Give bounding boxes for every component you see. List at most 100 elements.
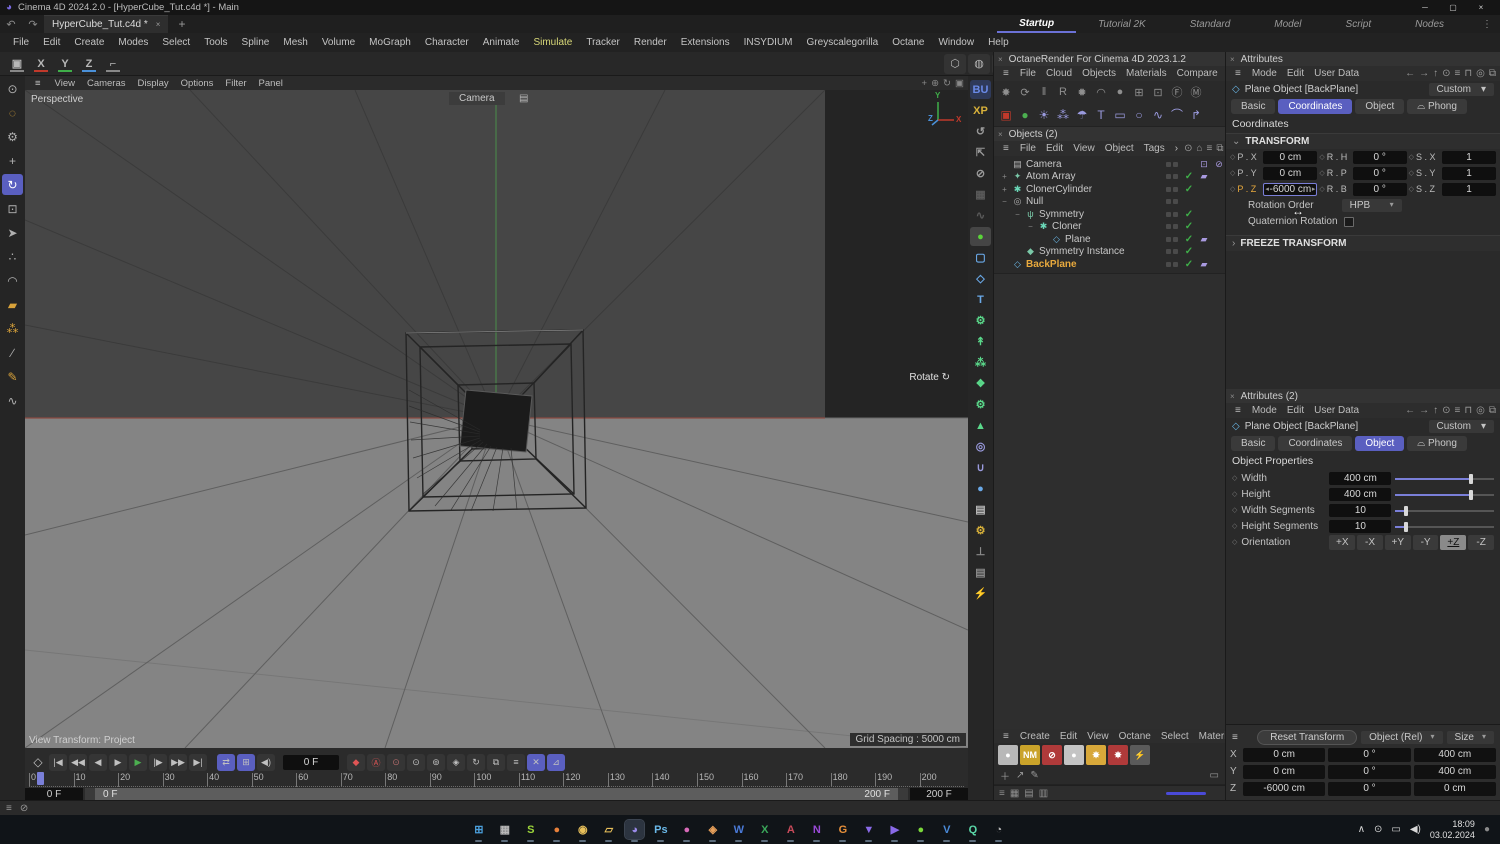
object-label[interactable]: BackPlane	[1026, 259, 1163, 270]
play-forward-button[interactable]: ▶	[109, 753, 127, 771]
attributes2-tab[interactable]: ⌓ Phong	[1407, 435, 1467, 451]
enabled-check-icon[interactable]: ✓	[1183, 184, 1195, 195]
octane-menu-item[interactable]: Objects	[1077, 68, 1121, 79]
enable-dots[interactable]	[1166, 224, 1180, 230]
attributes-tab[interactable]: ⌓ Phong	[1407, 98, 1467, 114]
menu-item[interactable]: Greyscalegorilla	[800, 37, 886, 48]
objects-menu-item[interactable]: Object	[1100, 143, 1139, 154]
menu-item[interactable]: Tracker	[579, 37, 627, 48]
object-label[interactable]: Null	[1026, 196, 1163, 207]
attributes-menu-item[interactable]: Edit	[1282, 68, 1309, 79]
attributes2-tab[interactable]: Object	[1355, 435, 1405, 451]
enabled-check-icon[interactable]: ✓	[1183, 209, 1195, 220]
objects-menu-item[interactable]: Tags	[1139, 143, 1170, 154]
tag-icon[interactable]: ▰	[1198, 171, 1210, 182]
layout-tab[interactable]: Standard	[1168, 15, 1253, 33]
axis-z-lock[interactable]: Z	[78, 54, 100, 74]
menu-item[interactable]: Select	[155, 37, 197, 48]
record-pla-button[interactable]: ↻	[467, 753, 485, 771]
viewport-view-label[interactable]: Perspective	[31, 94, 83, 105]
strip-cluster-icon[interactable]: ⁂	[970, 353, 991, 372]
viewport-menu-item[interactable]: Display	[132, 78, 175, 89]
octane-close-icon[interactable]: ×	[998, 55, 1003, 64]
minibar-grid3-icon[interactable]: ▥	[1039, 788, 1048, 799]
range-start-field[interactable]: 0 F	[25, 788, 83, 800]
enabled-check-icon[interactable]: ✓	[1183, 259, 1195, 270]
octane-camera-icon[interactable]: ▣	[998, 107, 1014, 123]
coord-rotation-field[interactable]: 0 °	[1328, 764, 1411, 779]
cluster-tool[interactable]: ⁂	[2, 318, 23, 339]
strip-sphere2-icon[interactable]: ●	[970, 479, 991, 498]
menu-item[interactable]: Create	[67, 37, 111, 48]
octane-spline-icon[interactable]: ∿	[1150, 107, 1166, 123]
layout-tab[interactable]: Startup	[997, 15, 1077, 33]
attributes2-menu-item[interactable]: Edit	[1282, 405, 1309, 416]
menu-item[interactable]: MoGraph	[362, 37, 418, 48]
orientation-button[interactable]: +Y	[1384, 534, 1411, 550]
octane-panel-header[interactable]: × OctaneRender For Cinema 4D 2023.1.2	[994, 52, 1225, 66]
position-field[interactable]: 0 cm	[1263, 166, 1318, 180]
material-blocked[interactable]: ⊘	[1042, 745, 1062, 765]
menu-item[interactable]: Volume	[315, 37, 362, 48]
octane-monitor-icon[interactable]: ▭	[1112, 107, 1128, 123]
octane-arc-icon[interactable]: ⌒	[1169, 107, 1185, 123]
taskbar-word-button[interactable]: W	[729, 820, 748, 842]
points-mode-icon[interactable]: ◍	[968, 53, 990, 74]
strip-doc-icon[interactable]: ▤	[970, 563, 991, 582]
tag-icon[interactable]: ▰	[1198, 234, 1210, 245]
strip-undo-icon[interactable]: ↺	[970, 122, 991, 141]
coordinate-system-icon[interactable]: ⌐	[102, 54, 124, 74]
strip-text-icon[interactable]: T	[970, 290, 991, 309]
preview-range-track[interactable]: 0 F 200 F	[85, 788, 908, 800]
tree-item-camera[interactable]: ▤ Camera ⊡ ⊘	[994, 158, 1225, 171]
strip-gear3-icon[interactable]: ⚙	[970, 521, 991, 540]
rotation-field[interactable]: 0 °	[1352, 182, 1407, 196]
octane-balloon-icon[interactable]: ○	[1131, 107, 1147, 123]
attributes-tab[interactable]: Basic	[1231, 98, 1276, 114]
coord-rotation-field[interactable]: 0 °	[1328, 781, 1411, 796]
enable-dots[interactable]	[1166, 236, 1180, 242]
layout-tab[interactable]: Nodes	[1393, 15, 1466, 33]
multi-move-tool[interactable]: ∴	[2, 246, 23, 267]
menu-item[interactable]: Animate	[476, 37, 527, 48]
taskbar-onenote-button[interactable]: N	[807, 820, 826, 842]
keyframe-bar-button[interactable]: ⊞	[237, 753, 255, 771]
attr2-target-icon[interactable]: ◎	[1476, 405, 1485, 416]
attributes-close-icon[interactable]: ×	[1230, 55, 1235, 64]
taskbar-play-button[interactable]: ▶	[885, 820, 904, 842]
attr-target-icon[interactable]: ◎	[1476, 68, 1485, 79]
goto-end-button[interactable]: ▶|	[189, 753, 207, 771]
objects-popout-icon[interactable]: ⧉	[1216, 143, 1223, 154]
viewport-menu-item[interactable]: Filter	[219, 78, 252, 89]
document-tab[interactable]: HyperCube_Tut.c4d * ×	[44, 15, 169, 33]
menu-item[interactable]: Simulate	[526, 37, 579, 48]
square-pen-tool[interactable]: ▰	[2, 294, 23, 315]
viewport-menu-item[interactable]: Panel	[253, 78, 289, 89]
taskbar-firefox-button[interactable]: ●	[547, 820, 566, 842]
attr-up-icon[interactable]: ↑	[1433, 68, 1438, 79]
menu-item[interactable]: Help	[981, 37, 1016, 48]
orientation-button[interactable]: -Y	[1412, 534, 1439, 550]
tag-icon[interactable]: ▰	[1198, 259, 1210, 270]
strip-triangle-icon[interactable]: ▲	[970, 416, 991, 435]
layout-tab[interactable]: Tutorial 2K	[1076, 15, 1168, 33]
attr2-popout-icon[interactable]: ⧉	[1489, 405, 1496, 416]
attr-back-icon[interactable]: ←	[1405, 68, 1415, 79]
menu-item[interactable]: Spline	[235, 37, 277, 48]
strip-grid-icon[interactable]: ▦	[970, 185, 991, 204]
viewport-rotate-icon[interactable]: ↻	[943, 78, 951, 89]
octane-ball-icon[interactable]: ●	[1112, 84, 1128, 100]
undo-icon[interactable]: ↶	[0, 18, 22, 31]
coord-size-field[interactable]: 400 cm	[1413, 747, 1496, 762]
materials-menu-item[interactable]: Edit	[1055, 731, 1082, 742]
material-trash-icon[interactable]: ▭	[1210, 770, 1219, 781]
octane-add-icon[interactable]: ⊞	[1131, 84, 1147, 100]
minibar-slider[interactable]	[1166, 791, 1206, 795]
octane-logo-icon[interactable]: ✸	[998, 84, 1014, 100]
minibar-menu-icon[interactable]: ≡	[999, 788, 1005, 799]
object-label[interactable]: Symmetry	[1039, 209, 1163, 220]
coord-position-field[interactable]: -6000 cm	[1243, 781, 1326, 796]
next-key-button[interactable]: ▶▶	[169, 753, 187, 771]
property-slider[interactable]	[1395, 488, 1494, 501]
object-label[interactable]: Camera	[1026, 159, 1163, 170]
